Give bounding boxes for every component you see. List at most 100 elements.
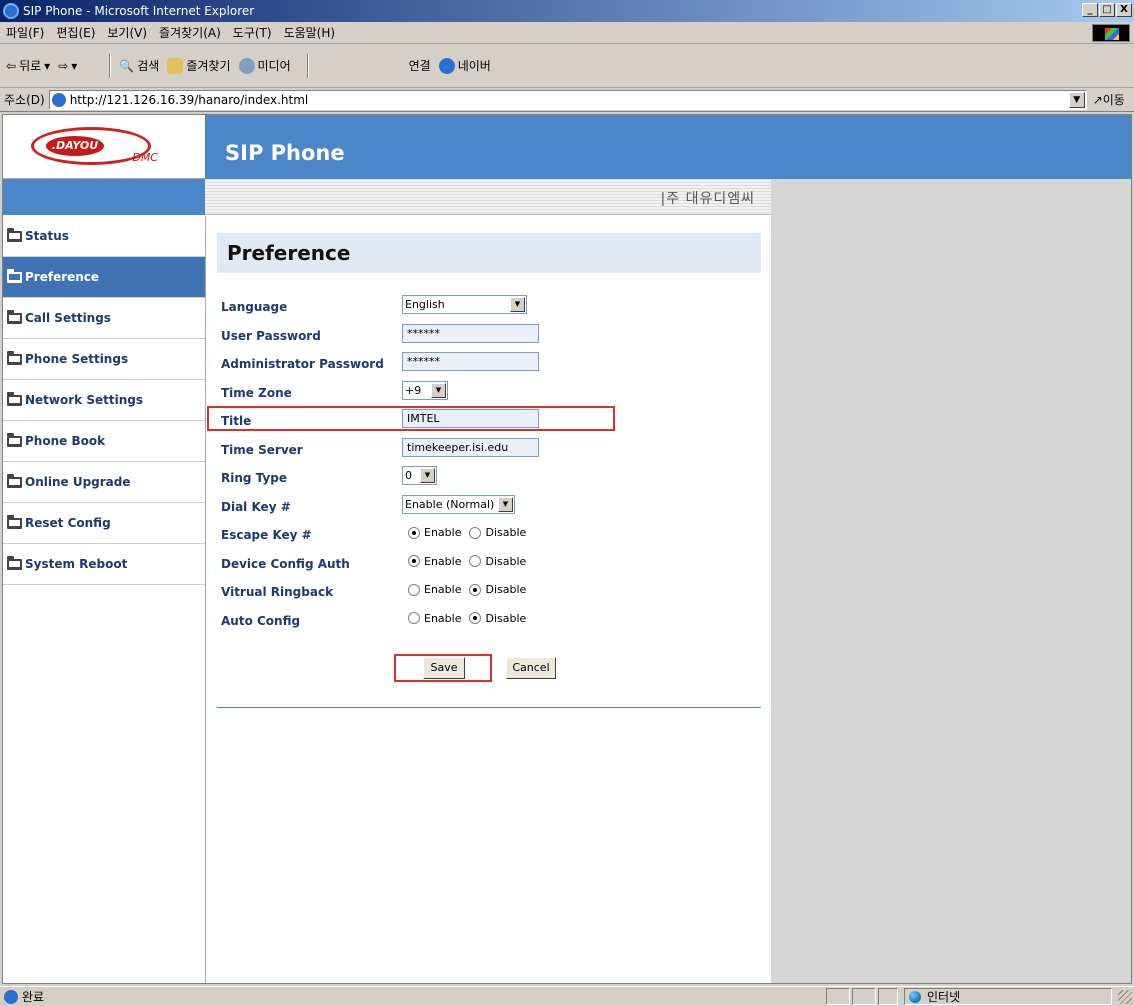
menu-view[interactable]: 보기(V): [107, 24, 147, 41]
enable-label: Enable: [424, 611, 462, 625]
window-title-bar: SIP Phone - Microsoft Internet Explorer …: [0, 0, 1134, 22]
ie-page-icon: [438, 57, 455, 74]
divider: [217, 707, 761, 708]
escape-key-enable-radio[interactable]: [408, 526, 420, 539]
maximize-button[interactable]: □: [1099, 3, 1115, 17]
address-input[interactable]: http://121.126.16.39/hanaro/index.html ▼: [48, 89, 1087, 110]
virtual-ringback-disable-radio[interactable]: [469, 583, 482, 596]
disable-label: Disable: [485, 611, 527, 625]
window-title: SIP Phone - Microsoft Internet Explorer: [23, 4, 255, 18]
naver-link[interactable]: 네이버: [438, 57, 491, 74]
back-button[interactable]: ⇦ 뒤로 ▾: [6, 57, 50, 74]
logo-area: .DAYOU DMC: [3, 115, 205, 179]
resize-grip-icon[interactable]: [1118, 990, 1132, 1004]
media-icon: [238, 57, 255, 74]
windows-logo-icon: [1092, 24, 1130, 42]
media-button[interactable]: 미디어: [238, 57, 291, 74]
naver-label: 네이버: [457, 59, 491, 73]
menu-bar: 파일(F) 편집(E) 보기(V) 즐겨찾기(A) 도구(T) 도움말(H): [0, 22, 1134, 44]
sidebar-item-reset-config[interactable]: Reset Config: [3, 503, 205, 544]
dayou-logo: .DAYOU DMC: [31, 127, 158, 165]
auto-config-enable-radio[interactable]: [408, 612, 420, 624]
language-value: English: [405, 298, 445, 311]
sidebar-item-status[interactable]: Status: [3, 216, 205, 257]
folder-icon: [7, 473, 22, 488]
folder-icon: [7, 514, 22, 529]
device-config-auth-disable-radio[interactable]: [469, 555, 482, 567]
dial-key-value: Enable (Normal): [405, 497, 495, 511]
sidebar-item-label: Reset Config: [25, 516, 111, 530]
cancel-button[interactable]: Cancel: [506, 657, 556, 679]
time-zone-select[interactable]: +9 ▼: [402, 380, 448, 400]
dial-key-select[interactable]: Enable (Normal) ▼: [402, 494, 515, 514]
address-bar: 주소(D) http://121.126.16.39/hanaro/index.…: [0, 88, 1134, 112]
sidebar-item-preference[interactable]: Preference: [3, 257, 205, 298]
menu-file[interactable]: 파일(F): [6, 24, 44, 41]
page-title: Preference: [217, 233, 761, 273]
menu-edit[interactable]: 편집(E): [56, 24, 95, 41]
sidebar-item-phone-book[interactable]: Phone Book: [3, 421, 205, 462]
enable-label: Enable: [424, 526, 462, 539]
back-arrow-icon: ⇦: [6, 58, 17, 73]
escape-key-disable-radio[interactable]: [469, 526, 482, 539]
folder-icon: [7, 309, 22, 324]
logo-brand: .DAYOU: [46, 136, 104, 156]
page-viewport: .DAYOU DMC SIP Phone |주 대유디엠씨 Status Pre…: [2, 114, 1132, 984]
sidebar-item-label: Call Settings: [25, 311, 111, 325]
company-name: |주 대유디엠씨: [660, 191, 755, 207]
site-title: SIP Phone: [225, 141, 345, 165]
user-password-label: User Password: [221, 328, 321, 343]
forward-arrow-icon: ⇨: [58, 58, 69, 73]
language-select[interactable]: English ▼: [402, 295, 527, 314]
form-buttons: Save Cancel: [217, 654, 761, 683]
chevron-down-icon: ▼: [510, 297, 525, 312]
ie-page-icon: [4, 989, 18, 1004]
close-button[interactable]: X: [1116, 3, 1132, 17]
admin-password-field[interactable]: ******: [402, 352, 539, 371]
time-zone-label: Time Zone: [221, 385, 292, 400]
preference-panel: Preference Language English ▼ User Passwo…: [207, 233, 761, 708]
chevron-down-icon[interactable]: ▼: [1068, 91, 1085, 108]
status-text: 완료: [22, 990, 45, 1004]
favorites-label: 즐겨찾기: [186, 59, 231, 73]
minimize-button[interactable]: _: [1082, 3, 1098, 17]
favorites-button[interactable]: 즐겨찾기: [167, 57, 231, 74]
folder-icon: [7, 432, 22, 447]
sidebar-item-network-settings[interactable]: Network Settings: [3, 380, 205, 421]
time-server-field[interactable]: timekeeper.isi.edu: [402, 437, 539, 457]
auto-config-disable-radio[interactable]: [469, 612, 482, 624]
folder-icon: [7, 227, 22, 242]
forward-button[interactable]: ⇨ ▾: [58, 59, 77, 73]
menu-favorites[interactable]: 즐겨찾기(A): [159, 24, 221, 41]
language-label: Language: [221, 300, 288, 314]
chevron-down-icon: ▼: [420, 468, 435, 483]
device-config-auth-enable-radio[interactable]: [408, 555, 420, 567]
sidebar-item-label: Status: [25, 229, 69, 243]
sidebar-item-online-upgrade[interactable]: Online Upgrade: [3, 462, 205, 503]
virtual-ringback-enable-radio[interactable]: [408, 583, 420, 596]
sidebar-item-call-settings[interactable]: Call Settings: [3, 298, 205, 339]
company-stripe: |주 대유디엠씨: [205, 179, 771, 215]
title-label: Title: [221, 414, 252, 428]
search-button[interactable]: 🔍 검색: [119, 57, 159, 74]
sidebar-item-phone-settings[interactable]: Phone Settings: [3, 339, 205, 380]
favorites-icon: [167, 57, 184, 74]
folder-icon: [7, 555, 22, 570]
address-url: http://121.126.16.39/hanaro/index.html: [69, 92, 309, 107]
ring-type-select[interactable]: 0 ▼: [402, 466, 437, 485]
header-band: SIP Phone: [205, 115, 771, 179]
title-field[interactable]: IMTEL: [402, 409, 539, 428]
user-password-field[interactable]: ******: [402, 323, 539, 343]
menu-tools[interactable]: 도구(T): [233, 24, 272, 41]
sidebar-item-system-reboot[interactable]: System Reboot: [3, 544, 205, 585]
folder-icon: [7, 350, 22, 365]
go-button[interactable]: ↗이동: [1093, 91, 1125, 108]
save-button[interactable]: Save: [423, 657, 465, 679]
disable-label: Disable: [485, 526, 527, 539]
sidebar-item-label: Phone Book: [25, 434, 106, 448]
logo-sub: DMC: [132, 151, 158, 164]
virtual-ringback-label: Vitrual Ringback: [221, 585, 334, 599]
chevron-down-icon: ▼: [498, 496, 513, 512]
sidebar: Status Preference Call Settings Phone Se…: [3, 216, 205, 585]
menu-help[interactable]: 도움말(H): [284, 24, 336, 41]
